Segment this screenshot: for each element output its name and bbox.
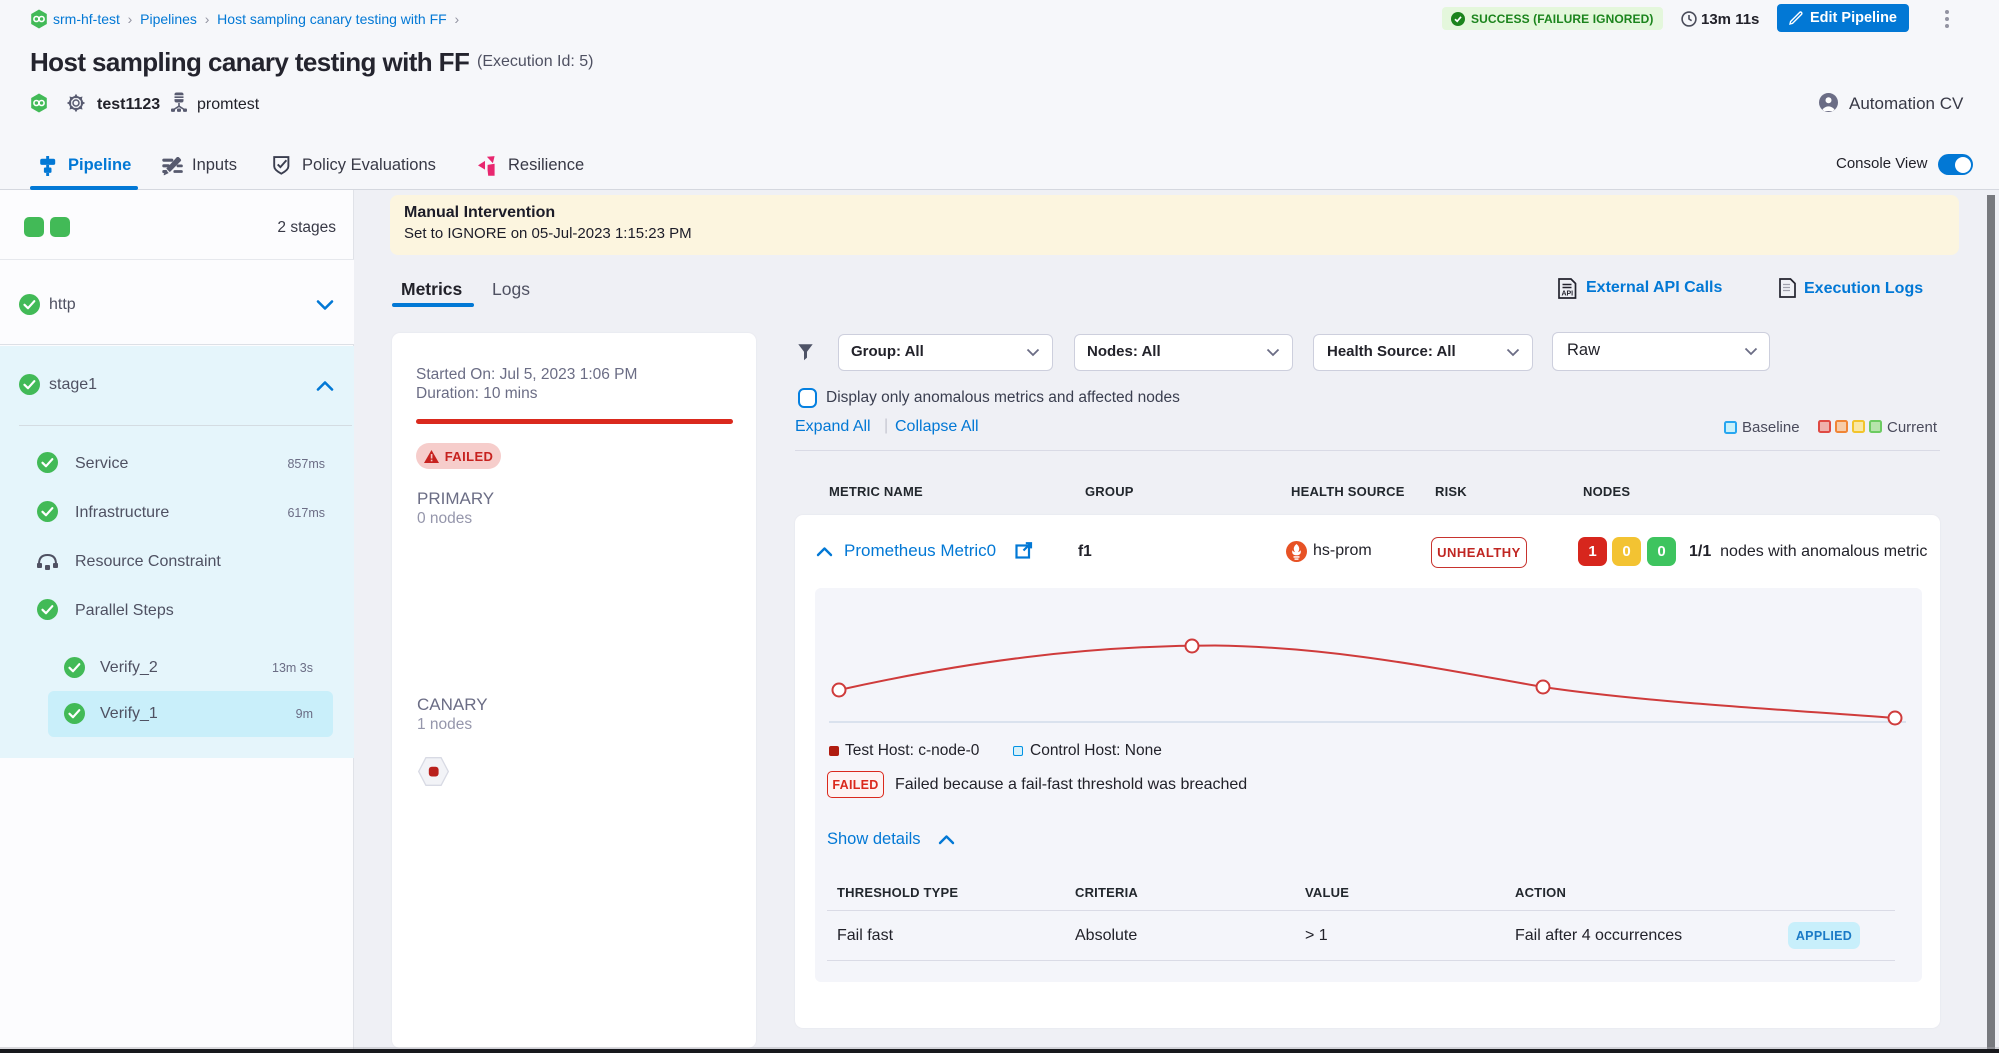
svg-text:API: API bbox=[1561, 291, 1573, 298]
